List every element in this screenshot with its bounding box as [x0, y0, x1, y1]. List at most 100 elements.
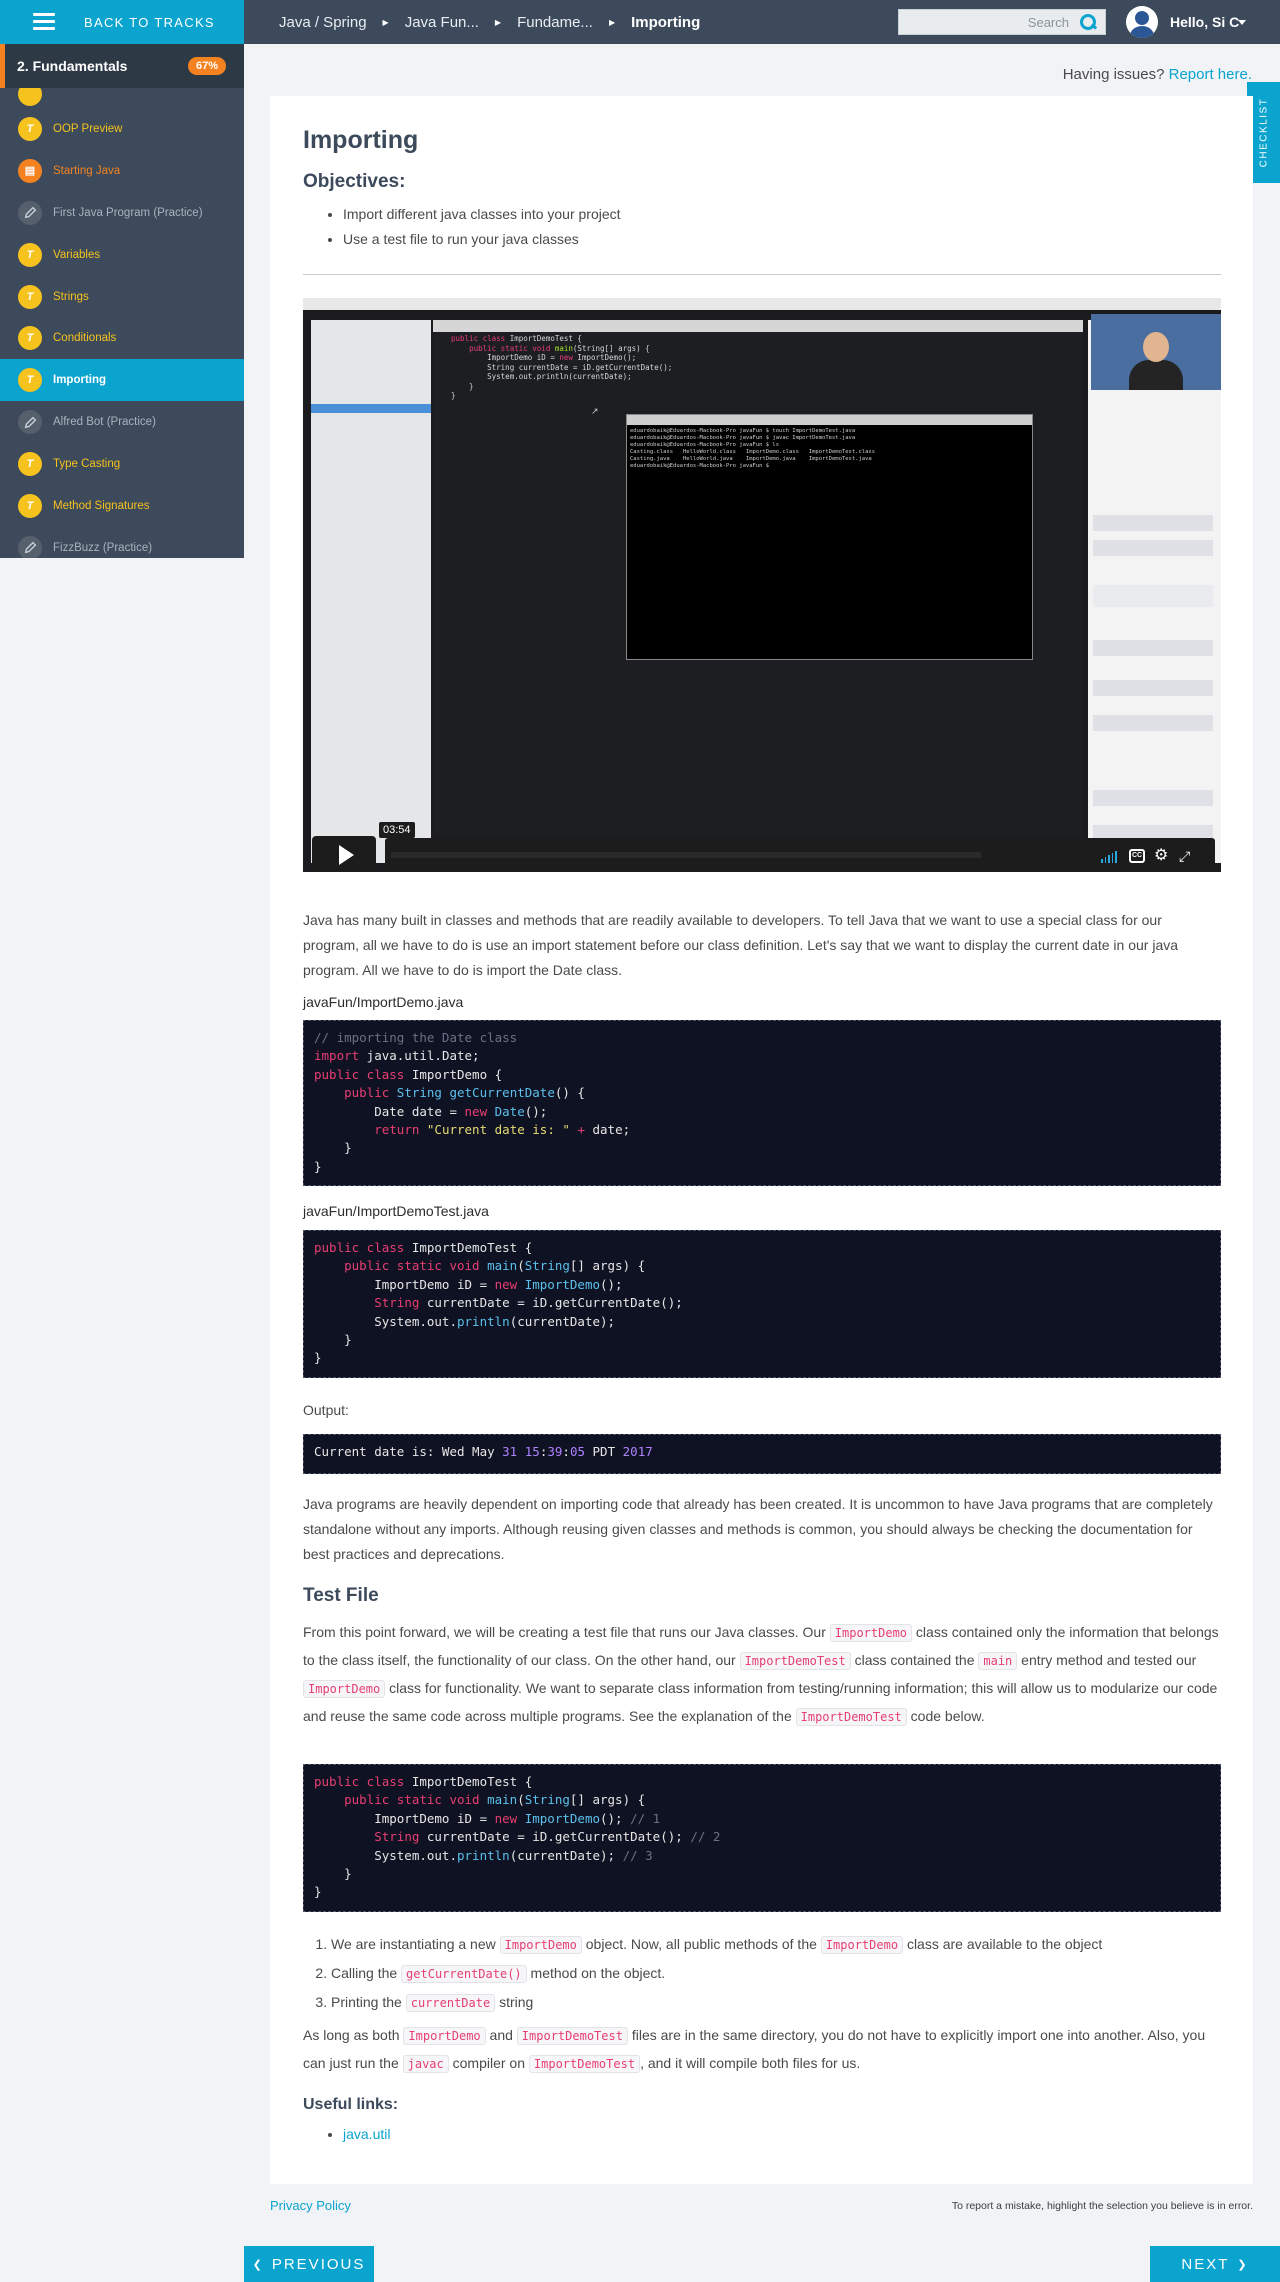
text-lesson-icon: T [18, 452, 42, 477]
top-bar: BACK TO TRACKS Java / Spring ▶ Java Fun.… [0, 0, 1280, 44]
previous-button[interactable]: ❮ PREVIOUS [244, 2246, 374, 2282]
chevron-left-icon: ❮ [252, 2258, 264, 2271]
hamburger-icon[interactable] [33, 13, 55, 31]
java-util-link[interactable]: java.util [343, 2126, 390, 2142]
report-here-link[interactable]: Report here. [1169, 66, 1252, 83]
sidebar-item[interactable]: T Type Casting [0, 443, 244, 485]
next-button[interactable]: NEXT ❯ [1150, 2246, 1280, 2282]
list-item: We are instantiating a new ImportDemo ob… [331, 1930, 1102, 1959]
inline-code: main [978, 1652, 1018, 1670]
file-label: javaFun/ImportDemoTest.java [303, 1203, 489, 1219]
importing-paragraph: Java programs are heavily dependent on i… [303, 1496, 1213, 1562]
video-time: 03:54 [379, 822, 415, 838]
code-block-output: Current date is: Wed May 31 15:39:05 PDT… [303, 1434, 1221, 1474]
sidebar-item[interactable]: T Variables [0, 234, 244, 276]
search-input[interactable]: Search [898, 9, 1106, 35]
chevron-down-icon[interactable] [1238, 20, 1246, 25]
text-lesson-icon: T [18, 284, 42, 309]
list-item: java.util [343, 2126, 390, 2142]
text-lesson-icon: T [18, 242, 42, 267]
test-file-paragraph: From this point forward, we will be crea… [303, 1624, 1219, 1726]
chevron-right-icon: ❯ [1237, 2258, 1249, 2271]
video-progress-bar[interactable] [385, 838, 1215, 870]
inline-code: ImportDemoTest [739, 1652, 851, 1670]
avatar[interactable] [1126, 6, 1158, 38]
sidebar: 2. Fundamentals 67% T OOP Preview ▤ Startin… [0, 44, 244, 558]
sidebar-item[interactable]: ▤ Starting Java [0, 150, 244, 192]
gear-icon[interactable]: ⚙ [1154, 848, 1170, 864]
volume-icon[interactable] [1101, 849, 1117, 863]
sidebar-item-label: Importing [53, 374, 107, 387]
closing-paragraph: As long as both ImportDemo and ImportDem… [303, 2027, 1206, 2073]
sidebar-item[interactable]: Alfred Bot (Practice) [0, 401, 244, 443]
sidebar-item-label: OOP Preview [53, 122, 123, 135]
text-lesson-icon: T [18, 493, 42, 518]
sidebar-item[interactable]: FizzBuzz (Practice) [0, 527, 244, 558]
closed-captions-icon[interactable]: CC [1129, 849, 1145, 863]
output-label: Output: [303, 1402, 349, 1418]
intro-paragraph: Java has many built in classes and metho… [303, 912, 1179, 978]
list-item: Printing the currentDate string [331, 1988, 1102, 2017]
sidebar-item[interactable]: First Java Program (Practice) [0, 192, 244, 234]
pencil-icon [18, 535, 42, 558]
sidebar-item-label: Strings [53, 290, 89, 303]
inline-code: ImportDemo [303, 1680, 386, 1698]
sidebar-item-label: Method Signatures [53, 499, 150, 512]
pencil-icon [18, 200, 42, 225]
issues-notice: Having issues? Report here. [1063, 66, 1252, 83]
file-label: javaFun/ImportDemo.java [303, 994, 464, 1010]
objectives-list: Import different java classes into your … [343, 206, 621, 256]
back-to-tracks-button[interactable]: BACK TO TRACKS [0, 0, 244, 44]
issues-text: Having issues? [1062, 66, 1165, 83]
video-frame-editor: public class ImportDemoTest { public sta… [433, 320, 1083, 863]
list-item: Calling the getCurrentDate() method on t… [331, 1959, 1102, 1988]
sidebar-item-label: FizzBuzz (Practice) [53, 541, 153, 554]
video-frame-menubar [303, 298, 1221, 310]
sidebar-item[interactable]: T Conditionals [0, 317, 244, 359]
sidebar-section-header[interactable]: 2. Fundamentals 67% [0, 44, 244, 88]
useful-links-list: java.util [343, 2126, 390, 2142]
sidebar-item[interactable]: T OOP Preview [0, 108, 244, 150]
breadcrumb-fundamentals[interactable]: Fundame... [517, 14, 593, 31]
breadcrumb-current: Importing [631, 13, 701, 31]
useful-links-heading: Useful links: [303, 2096, 399, 2113]
checklist-label: CHECKLIST [1258, 97, 1269, 168]
text-lesson-icon [18, 88, 42, 106]
video-player[interactable]: public class ImportDemoTest { public sta… [303, 298, 1221, 872]
code-block-importdemo: // importing the Date class import java.… [303, 1020, 1221, 1186]
test-file-heading: Test File [303, 1585, 379, 1606]
search-placeholder: Search [1027, 14, 1069, 30]
breadcrumb-java-spring[interactable]: Java / Spring [279, 14, 367, 31]
sidebar-items: T OOP Preview ▤ Starting Java First Java Pro… [0, 108, 244, 558]
sidebar-item-label: Type Casting [53, 458, 121, 471]
steps-list: We are instantiating a new ImportDemo ob… [331, 1930, 1102, 2017]
video-frame-browser [1088, 320, 1221, 863]
sidebar-item-label: First Java Program (Practice) [53, 206, 203, 219]
inline-code: ImportDemoTest [795, 1708, 907, 1726]
breadcrumb-java-fun[interactable]: Java Fun... [405, 14, 479, 31]
next-label: NEXT [1181, 2255, 1230, 2273]
video-frame-sidebar [311, 320, 431, 863]
report-mistake-note: To report a mistake, highlight the selec… [951, 2200, 1253, 2212]
play-button[interactable] [312, 836, 376, 872]
breadcrumb: Java / Spring ▶ Java Fun... ▶ Fundame...… [279, 0, 700, 44]
sidebar-item[interactable]: T Strings [0, 276, 244, 318]
text-lesson-icon: T [18, 326, 42, 351]
video-webcam-overlay [1091, 314, 1221, 390]
fullscreen-icon[interactable]: ⤢ [1179, 849, 1195, 863]
page-title: Importing [303, 126, 419, 154]
objectives-heading: Objectives: [303, 171, 406, 192]
sidebar-section-title: 2. Fundamentals [17, 58, 128, 74]
sidebar-item-label: Alfred Bot (Practice) [53, 416, 156, 429]
sidebar-item[interactable]: T Importing [0, 359, 244, 402]
inline-code: ImportDemo [829, 1624, 913, 1642]
user-menu[interactable]: Hello, Si C [1170, 14, 1239, 30]
search-icon[interactable] [1079, 13, 1097, 31]
sidebar-item-label: Conditionals [53, 332, 117, 345]
sidebar-list[interactable]: T OOP Preview ▤ Starting Java First Java Pro… [0, 88, 244, 558]
sidebar-item[interactable]: T Method Signatures [0, 485, 244, 527]
sidebar-item-label: Variables [53, 248, 101, 261]
privacy-policy-link[interactable]: Privacy Policy [270, 2198, 351, 2213]
text-lesson-icon: T [18, 116, 42, 141]
code-block-annotated: public class ImportDemoTest { public sta… [303, 1764, 1221, 1912]
